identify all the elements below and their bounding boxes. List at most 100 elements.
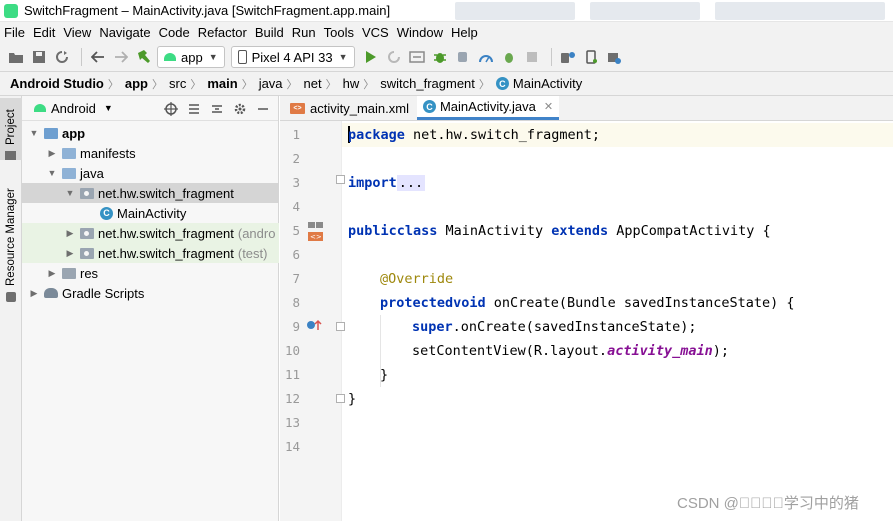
stop-icon[interactable] — [522, 47, 542, 67]
breadcrumb-src[interactable]: src — [169, 76, 186, 91]
tree-item-package-androidtest[interactable]: ▶ net.hw.switch_fragment (andro — [22, 223, 279, 243]
open-folder-icon[interactable] — [6, 47, 26, 67]
breadcrumb-switch-fragment[interactable]: switch_fragment — [380, 76, 475, 91]
chevron-right-icon[interactable]: ▶ — [46, 268, 58, 279]
resource-icon — [6, 292, 16, 302]
package-icon — [80, 227, 94, 239]
line-number: 13 — [284, 415, 300, 430]
attach-debugger-icon[interactable] — [453, 47, 473, 67]
menu-code[interactable]: Code — [159, 25, 190, 40]
breadcrumb-project[interactable]: Android Studio — [10, 76, 104, 91]
chevron-right-icon[interactable]: ▶ — [64, 228, 76, 239]
menu-help[interactable]: Help — [451, 25, 478, 40]
code-line-1: package net.hw.switch_fragment; — [348, 127, 600, 143]
code-line-7: public class MainActivity extends AppCom… — [348, 223, 771, 239]
class-gutter-icon[interactable]: <> — [308, 222, 326, 245]
tree-item-label: net.hw.switch_fragment — [98, 225, 234, 241]
tab-resource-manager[interactable]: Resource Manager — [0, 178, 22, 302]
forward-arrow-icon[interactable] — [111, 47, 131, 67]
close-icon[interactable]: ✕ — [544, 100, 553, 113]
folder-icon — [5, 151, 17, 160]
code-editor: <> activity_main.xml C MainActivity.java… — [280, 96, 893, 521]
menu-window[interactable]: Window — [397, 25, 443, 40]
expand-all-icon[interactable] — [185, 100, 203, 118]
breadcrumb-app[interactable]: app — [125, 76, 148, 91]
menu-refactor[interactable]: Refactor — [198, 25, 247, 40]
tree-item-mainactivity[interactable]: C MainActivity — [22, 203, 279, 223]
module-folder-icon — [44, 127, 58, 139]
debug-process-icon[interactable] — [499, 47, 519, 67]
device-manager-icon[interactable] — [558, 47, 578, 67]
apply-changes-icon[interactable] — [407, 47, 427, 67]
tab-project[interactable]: Project — [0, 98, 22, 160]
package-icon — [80, 187, 94, 199]
breadcrumb-java[interactable]: java — [259, 76, 283, 91]
chevron-down-icon[interactable]: ▼ — [64, 188, 76, 198]
menu-edit[interactable]: Edit — [33, 25, 55, 40]
chevron-down-icon: ▼ — [338, 52, 348, 62]
tree-item-label: res — [80, 265, 99, 281]
override-gutter-icon[interactable] — [306, 318, 322, 335]
tree-item-manifests[interactable]: ▶ manifests — [22, 143, 279, 163]
line-number: 1 — [292, 127, 300, 142]
breadcrumb-hw[interactable]: hw — [343, 76, 360, 91]
menu-build[interactable]: Build — [255, 25, 284, 40]
tree-item-app[interactable]: ▼ app — [22, 123, 279, 143]
tree-item-suffix: (andro — [237, 225, 276, 241]
collapse-all-icon[interactable] — [208, 100, 226, 118]
tree-item-package-test[interactable]: ▶ net.hw.switch_fragment (test) — [22, 243, 279, 263]
line-number: 2 — [292, 151, 300, 166]
back-arrow-icon[interactable] — [88, 47, 108, 67]
menu-run[interactable]: Run — [292, 25, 316, 40]
code-line-10: protected void onCreate(Bundle savedInst… — [380, 295, 795, 311]
device-select[interactable]: Pixel 4 API 33 ▼ — [230, 46, 355, 68]
save-icon[interactable] — [29, 47, 49, 67]
title-bar: SwitchFragment – MainActivity.java [Swit… — [0, 0, 893, 22]
chevron-down-icon[interactable]: ▼ — [28, 128, 40, 138]
java-class-icon: C — [422, 100, 436, 113]
tree-item-res[interactable]: ▶ res — [22, 263, 279, 283]
hide-panel-icon[interactable] — [254, 100, 272, 118]
menu-view[interactable]: View — [63, 25, 91, 40]
project-view-select[interactable]: Android ▼ — [34, 101, 113, 116]
debug-icon[interactable] — [430, 47, 450, 67]
menu-file[interactable]: File — [4, 25, 25, 40]
code-text-area[interactable]: package net.hw.switch_fragment; import .… — [342, 121, 893, 521]
line-number: 3 — [292, 175, 300, 190]
device-mirror-icon[interactable] — [581, 47, 601, 67]
menu-tools[interactable]: Tools — [324, 25, 354, 40]
left-tool-strip: Project Resource Manager — [0, 96, 22, 521]
tab-activity-main-xml[interactable]: <> activity_main.xml — [284, 96, 415, 120]
tree-item-gradle-scripts[interactable]: ▶ Gradle Scripts — [22, 283, 279, 303]
run-config-select[interactable]: app ▼ — [157, 46, 225, 68]
hammer-icon[interactable] — [134, 47, 154, 67]
gradle-icon — [44, 288, 58, 298]
breadcrumb-net[interactable]: net — [304, 76, 322, 91]
profiler-icon[interactable] — [476, 47, 496, 67]
breadcrumb-mainactivity[interactable]: MainActivity — [513, 76, 582, 91]
tree-item-java[interactable]: ▼ java — [22, 163, 279, 183]
gear-icon[interactable] — [231, 100, 249, 118]
menu-navigate[interactable]: Navigate — [99, 25, 150, 40]
line-gutter: 1 2 3 4 5 6 7 8 9 10 11 12 13 14 <> — [280, 121, 345, 521]
chevron-down-icon[interactable]: ▼ — [46, 168, 58, 178]
android-icon — [34, 104, 46, 112]
breadcrumb-main[interactable]: main — [207, 76, 237, 91]
chevron-right-icon[interactable]: ▶ — [28, 288, 40, 299]
tree-item-package-main[interactable]: ▼ net.hw.switch_fragment — [22, 183, 279, 203]
menu-bar: File Edit View Navigate Code Refactor Bu… — [0, 22, 893, 43]
chevron-right-icon[interactable]: ▶ — [46, 148, 58, 159]
crosshair-icon[interactable] — [162, 100, 180, 118]
rerun-icon[interactable] — [384, 47, 404, 67]
run-icon[interactable] — [361, 47, 381, 67]
tab-mainactivity-java[interactable]: C MainActivity.java ✕ — [416, 96, 560, 120]
sync-icon[interactable] — [52, 47, 72, 67]
line-number: 5 — [292, 223, 300, 238]
breadcrumb-separator: 〉 — [325, 78, 337, 91]
sdk-manager-icon[interactable] — [604, 47, 624, 67]
tree-item-label: net.hw.switch_fragment — [98, 185, 234, 201]
chevron-right-icon[interactable]: ▶ — [64, 248, 76, 259]
tree-item-suffix: (test) — [237, 245, 268, 261]
folder-icon — [62, 147, 76, 159]
menu-vcs[interactable]: VCS — [362, 25, 389, 40]
